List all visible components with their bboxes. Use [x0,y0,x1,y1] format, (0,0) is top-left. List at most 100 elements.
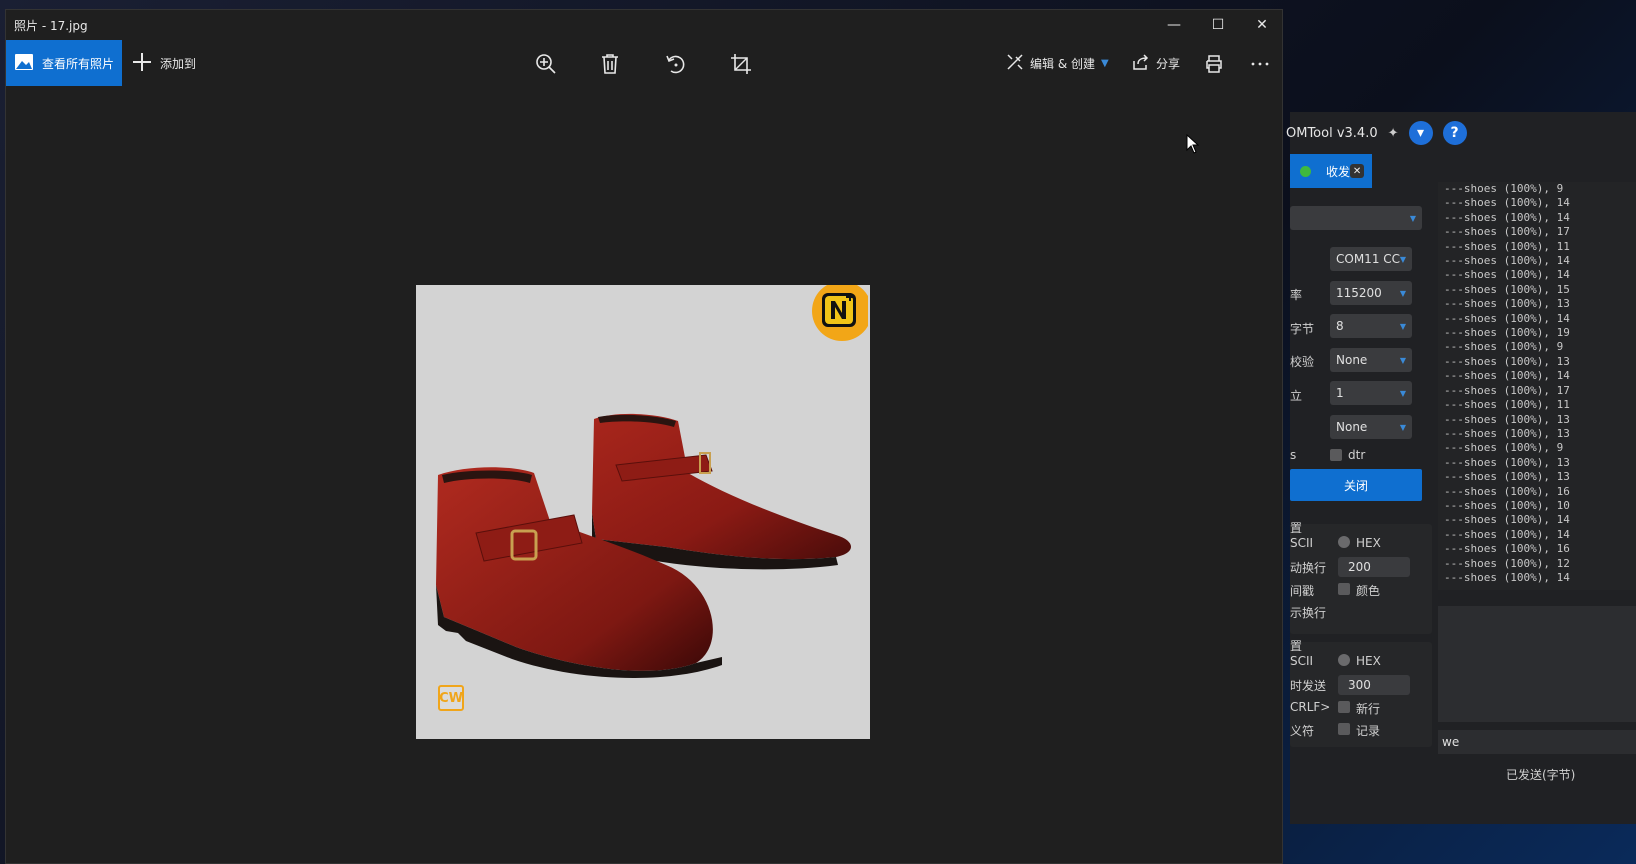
tab-label: 收发 [1326,164,1351,179]
port-value: COM11 CC [1336,252,1401,266]
log-line: ---shoes (100%), 14 [1444,513,1570,527]
more-options-icon[interactable] [1248,52,1272,76]
view-all-label: 查看所有照片 [42,56,115,71]
log-line: ---shoes (100%), 16 [1444,542,1570,556]
port-select[interactable]: COM11 CC ▼ [1330,247,1412,271]
bytesize-select[interactable]: 8 ▼ [1330,314,1412,338]
baud-value: 115200 [1336,286,1382,300]
delete-icon[interactable] [598,52,622,76]
comtool-titlebar: OMTool v3.4.0 ✦ ▾ ? [1286,120,1467,146]
log-line: ---shoes (100%), 9 [1444,182,1564,195]
log-line: ---shoes (100%), 13 [1444,455,1570,469]
parity-value: None [1336,353,1368,367]
log-line: ---shoes (100%), 14 [1444,369,1570,383]
newline-checkbox[interactable] [1338,701,1350,713]
baud-select[interactable]: 115200 ▼ [1330,281,1412,305]
timer-input[interactable]: 300 [1338,675,1410,695]
cw-logo: CW [438,685,464,711]
log-line: ---shoes (100%), 14 [1444,196,1570,210]
comtool-window: OMTool v3.4.0 ✦ ▾ ? 收发 ✕ ▼ COM11 CC ▼ 率 1… [1286,112,1636,824]
log-line: ---shoes (100%), 13 [1444,297,1570,311]
share-button[interactable]: 分享 [1132,40,1180,86]
baud-label: 率 [1290,288,1303,302]
record-checkbox[interactable] [1338,723,1350,735]
send-hex-label: HEX [1356,654,1381,668]
share-icon [1132,53,1150,74]
pin-icon[interactable]: ✦ [1388,126,1399,141]
stopbits-value: 1 [1336,386,1344,400]
port-type-select[interactable]: ▼ [1290,206,1422,230]
close-icon[interactable]: ✕ [1240,14,1284,36]
timer-label: 时发送 [1290,679,1327,693]
send-input[interactable]: we [1438,730,1636,754]
crop-icon[interactable] [729,52,753,76]
log-line: ---shoes (100%), 12 [1444,556,1570,570]
color-label: 颜色 [1356,584,1381,598]
photo-gallery-icon [14,53,34,74]
log-line: ---shoes (100%), 14 [1444,254,1570,268]
edit-create-icon [1006,53,1024,74]
crlf-label: CRLF> [1290,700,1331,714]
displayed-photo: CW [416,285,870,739]
rotate-icon[interactable] [664,52,688,76]
log-line: ---shoes (100%), 19 [1444,326,1570,340]
zoom-in-icon[interactable] [534,52,558,76]
receive-hex-radio[interactable] [1338,536,1350,548]
log-line: ---shoes (100%), 13 [1444,426,1570,440]
comtool-title: OMTool v3.4.0 [1286,125,1378,141]
photos-toolbar: 查看所有照片 添加到 编辑 & 创建 ▼ 分享 [6,40,1282,86]
edit-create-label: 编辑 & 创建 [1030,56,1095,71]
log-line: ---shoes (100%), 10 [1444,498,1570,512]
dtr-checkbox[interactable] [1330,449,1342,461]
stopbits-label: 立 [1290,389,1303,403]
color-checkbox[interactable] [1338,583,1350,595]
log-line: ---shoes (100%), 9 [1444,441,1564,455]
log-line: ---shoes (100%), 14 [1444,527,1570,541]
tab-send-receive[interactable]: 收发 ✕ [1290,154,1372,188]
chevron-down-icon: ▼ [1101,57,1109,69]
window-title: 照片 - 17.jpg [14,19,88,33]
log-line: ---shoes (100%), 17 [1444,383,1570,397]
close-port-button[interactable]: 关闭 [1290,469,1422,501]
bytesize-label: 字节 [1290,322,1315,336]
close-tab-icon[interactable]: ✕ [1350,164,1365,178]
view-all-photos-button[interactable]: 查看所有照片 [6,40,122,86]
plus-icon [132,52,152,75]
flow-value: None [1336,420,1368,434]
send-hex-radio[interactable] [1338,654,1350,666]
print-icon[interactable] [1202,52,1226,76]
log-line: ---shoes (100%), 9 [1444,340,1564,354]
minimize-icon[interactable]: — [1152,14,1196,36]
maximize-icon[interactable]: ☐ [1196,14,1240,36]
log-line: ---shoes (100%), 15 [1444,282,1570,296]
bytesize-value: 8 [1336,319,1344,333]
timestamp-label: 间戳 [1290,584,1315,598]
edit-create-button[interactable]: 编辑 & 创建 ▼ [1006,40,1109,86]
newline-label: 新行 [1356,702,1381,716]
share-label: 分享 [1156,56,1181,71]
log-line: ---shoes (100%), 14 [1444,268,1570,282]
receive-log[interactable]: ---shoes (100%), 9 ---shoes (100%), 14 ---… [1438,182,1636,590]
log-line: ---shoes (100%), 16 [1444,484,1570,498]
parity-select[interactable]: None ▼ [1330,348,1412,372]
receive-group-label: 置 [1290,521,1303,535]
log-line: ---shoes (100%), 17 [1444,225,1570,239]
dtr-label: dtr [1348,448,1366,462]
stopbits-select[interactable]: 1 ▼ [1330,381,1412,405]
receive-hex-label: HEX [1356,536,1381,550]
autowrap-input[interactable]: 200 [1338,557,1410,577]
send-textarea[interactable] [1438,606,1636,722]
log-line: ---shoes (100%), 14 [1444,570,1570,584]
receive-ascii-label: SCII [1290,536,1314,550]
log-line: ---shoes (100%), 13 [1444,412,1570,426]
log-line: ---shoes (100%), 14 [1444,311,1570,325]
record-label: 记录 [1356,724,1381,738]
mouse-cursor-icon [1186,134,1200,154]
skin-icon[interactable]: ▾ [1408,121,1433,145]
add-to-button[interactable]: 添加到 [132,40,196,86]
photos-titlebar: 照片 - 17.jpg — ☐ ✕ [6,10,1282,40]
flow-select[interactable]: None ▼ [1330,415,1412,439]
log-line: ---shoes (100%), 11 [1444,239,1570,253]
help-icon[interactable]: ? [1442,121,1467,145]
showwrap-label: 示换行 [1290,606,1327,620]
